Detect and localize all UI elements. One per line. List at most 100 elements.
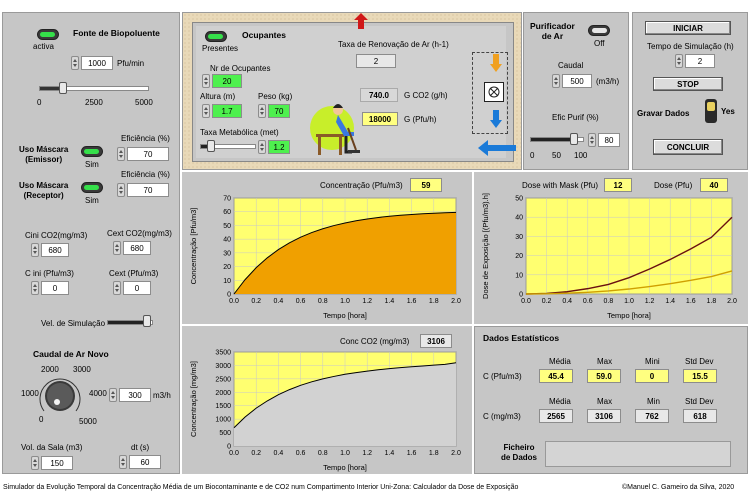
caudal-knob[interactable] xyxy=(35,373,85,417)
vol-input[interactable]: 150 xyxy=(41,456,73,470)
fonte-input[interactable]: 1000 xyxy=(81,56,113,70)
purifier-state: Off xyxy=(594,39,605,48)
mask-emissor-toggle[interactable] xyxy=(81,146,103,157)
y-axis-label: Concentração [Pfu/m3] xyxy=(189,208,198,285)
gravar-label: Gravar Dados xyxy=(637,109,690,118)
stats-row1-std: 15.5 xyxy=(683,369,717,383)
vol-label: Vol. da Sala (m3) xyxy=(21,443,83,452)
stats-h2-2: Min xyxy=(647,397,660,406)
x-tick-label: 0.4 xyxy=(562,298,572,305)
fonte-scale-0: 0 xyxy=(37,98,42,107)
efic-scale-2: 100 xyxy=(574,151,588,160)
efic-spinner[interactable] xyxy=(588,133,596,147)
gravar-state: Yes xyxy=(721,107,735,116)
stats-row1-max: 59.0 xyxy=(587,369,621,383)
efic-slider-thumb[interactable] xyxy=(570,133,578,145)
x-tick-label: 1.8 xyxy=(707,298,717,305)
peso-spinner[interactable] xyxy=(258,104,266,118)
stats-row2-label: C (mg/m3) xyxy=(483,412,521,421)
x-tick-label: 1.6 xyxy=(407,298,417,305)
x-tick-label: 1.4 xyxy=(385,450,395,457)
x-tick-label: 1.0 xyxy=(624,298,634,305)
gravar-switch[interactable] xyxy=(705,99,717,123)
fonte-spinner[interactable] xyxy=(71,56,79,70)
dose-chart: 0.0 0.2 0.4 0.6 0.8 1.0 1.2 1.4 1.6 1.8 2.0 0 10 20 30… xyxy=(481,193,737,320)
cext-pfu-input[interactable]: 0 xyxy=(123,281,151,295)
mask-receptor-eff-label: Eficiência (%) xyxy=(121,170,170,179)
cext-pfu-spinner[interactable] xyxy=(113,281,121,295)
dt-spinner[interactable] xyxy=(119,455,127,469)
altura-input[interactable]: 1.7 xyxy=(212,104,242,118)
ficheiro-label: Ficheiro de Dados xyxy=(501,443,538,462)
x-tick-label: 0.2 xyxy=(251,450,261,457)
tempo-label: Tempo de Simulação (h) xyxy=(647,42,734,51)
mask-emissor-title: Uso Máscara (Emissor) xyxy=(19,145,69,164)
cext-co2-input[interactable]: 680 xyxy=(123,241,151,255)
y-tick-label: 30 xyxy=(223,250,231,257)
purifier-caudal-spinner[interactable] xyxy=(552,74,560,88)
footer-description: Simulador da Evolução Temporal da Concen… xyxy=(3,484,519,491)
mask-receptor-eff-input[interactable]: 70 xyxy=(127,183,169,197)
x-axis-label: Tempo [hora] xyxy=(607,311,651,320)
stop-button[interactable]: STOP xyxy=(653,77,723,91)
stats-row1-label: C (Pfu/m3) xyxy=(483,372,522,381)
y-tick-label: 30 xyxy=(515,234,523,241)
caudal-title: Caudal de Ar Novo xyxy=(33,349,109,359)
fan-box-icon xyxy=(484,82,504,102)
cext-co2-spinner[interactable] xyxy=(113,241,121,255)
taxa-met-slider-thumb[interactable] xyxy=(207,140,215,152)
caudal-input[interactable]: 300 xyxy=(119,388,151,402)
fonte-slider-thumb[interactable] xyxy=(59,82,67,94)
concluir-button[interactable]: CONCLUIR xyxy=(653,139,723,155)
purifier-in-arrow-icon xyxy=(490,54,502,72)
purifier-caudal-input[interactable]: 500 xyxy=(562,74,592,88)
start-button[interactable]: INICIAR xyxy=(645,21,731,35)
ficheiro-path-field[interactable] xyxy=(545,441,731,467)
mask-emissor-spinner[interactable] xyxy=(117,147,125,161)
tempo-spinner[interactable] xyxy=(675,54,683,68)
cini-co2-spinner[interactable] xyxy=(31,243,39,257)
y-tick-label: 10 xyxy=(515,272,523,279)
stats-h1-3: Std Dev xyxy=(685,357,714,366)
fonte-toggle[interactable] xyxy=(37,29,59,40)
taxa-met-input[interactable]: 1.2 xyxy=(268,140,290,154)
peso-input[interactable]: 70 xyxy=(268,104,290,118)
x-tick-label: 1.4 xyxy=(665,298,675,305)
mask-receptor-spinner[interactable] xyxy=(117,183,125,197)
stats-h2-0: Média xyxy=(549,397,571,406)
x-tick-label: 1.2 xyxy=(362,298,372,305)
vel-slider-thumb[interactable] xyxy=(143,315,151,327)
taxa-met-spinner[interactable] xyxy=(258,140,266,154)
gpfu-label: G (Pfu/h) xyxy=(404,115,437,124)
exhaust-arrow-left-icon xyxy=(478,140,516,156)
mask-emissor-eff-input[interactable]: 70 xyxy=(127,147,169,161)
y-tick-label: 2000 xyxy=(215,390,231,397)
ocupantes-toggle[interactable] xyxy=(205,31,227,42)
mask-emissor-eff-label: Eficiência (%) xyxy=(121,134,170,143)
x-tick-label: 0.2 xyxy=(251,298,261,305)
altura-spinner[interactable] xyxy=(202,104,210,118)
y-tick-label: 60 xyxy=(223,209,231,216)
nr-spinner[interactable] xyxy=(202,74,210,88)
cini-pfu-spinner[interactable] xyxy=(31,281,39,295)
x-tick-label: 0.6 xyxy=(296,450,306,457)
y-tick-label: 500 xyxy=(219,430,231,437)
y-tick-label: 20 xyxy=(223,264,231,271)
caudal-spinner[interactable] xyxy=(109,388,117,402)
efic-input[interactable]: 80 xyxy=(598,133,620,147)
x-axis-label: Tempo [hora] xyxy=(323,463,367,472)
vol-spinner[interactable] xyxy=(31,456,39,470)
ocupantes-state: Presentes xyxy=(202,44,239,53)
mask-receptor-toggle[interactable] xyxy=(81,182,103,193)
nr-ocupantes-input[interactable]: 20 xyxy=(212,74,242,88)
stats-h2-3: Std Dev xyxy=(685,397,714,406)
taxa-ren-value: 2 xyxy=(356,54,396,68)
cini-pfu-input[interactable]: 0 xyxy=(41,281,69,295)
dt-input[interactable]: 60 xyxy=(129,455,161,469)
fonte-title: Fonte de Biopoluente xyxy=(73,28,160,38)
cini-co2-input[interactable]: 680 xyxy=(41,243,69,257)
tempo-input[interactable]: 2 xyxy=(685,54,715,68)
stats-h2-1: Max xyxy=(597,397,613,406)
purifier-toggle[interactable] xyxy=(588,25,610,36)
y-tick-label: 0 xyxy=(227,292,231,299)
